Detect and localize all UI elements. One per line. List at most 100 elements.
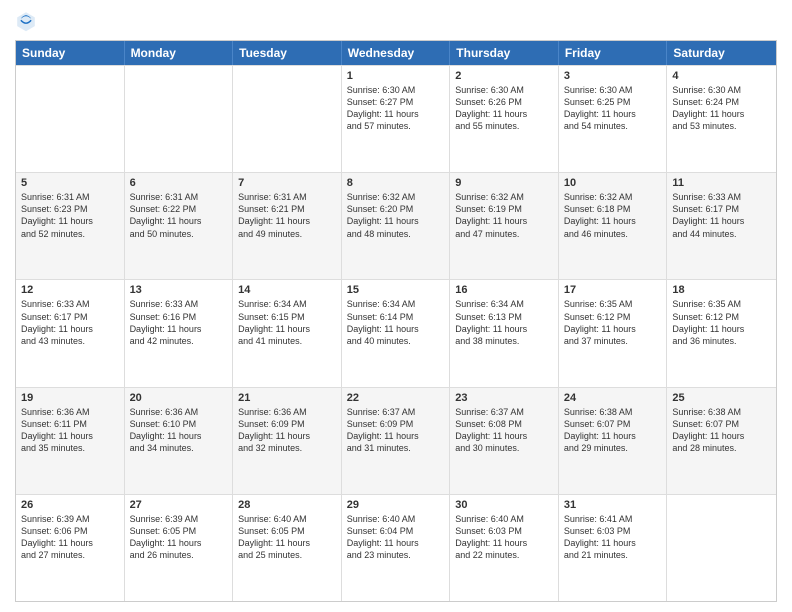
day-number: 26: [21, 499, 119, 511]
calendar-row-3: 12 Sunrise: 6:33 AM Sunset: 6:17 PM Dayli…: [16, 279, 776, 386]
day-info: Sunrise: 6:32 AM Sunset: 6:19 PM Dayligh…: [455, 191, 553, 240]
day-info: Sunrise: 6:36 AM Sunset: 6:11 PM Dayligh…: [21, 406, 119, 455]
day-info: Sunrise: 6:40 AM Sunset: 6:05 PM Dayligh…: [238, 513, 336, 562]
day-info: Sunrise: 6:34 AM Sunset: 6:15 PM Dayligh…: [238, 298, 336, 347]
day-cell-10: 10 Sunrise: 6:32 AM Sunset: 6:18 PM Dayli…: [559, 173, 668, 279]
day-cell-11: 11 Sunrise: 6:33 AM Sunset: 6:17 PM Dayli…: [667, 173, 776, 279]
day-info: Sunrise: 6:31 AM Sunset: 6:22 PM Dayligh…: [130, 191, 228, 240]
day-cell-4: 4Sunrise: 6:30 AM Sunset: 6:24 PM Daylig…: [667, 66, 776, 172]
day-cell-26: 26 Sunrise: 6:39 AM Sunset: 6:06 PM Dayli…: [16, 495, 125, 601]
day-cell-15: 15 Sunrise: 6:34 AM Sunset: 6:14 PM Dayli…: [342, 280, 451, 386]
day-info: Sunrise: 6:30 AM Sunset: 6:24 PM Dayligh…: [672, 84, 771, 133]
empty-cell: [125, 66, 234, 172]
day-cell-16: 16 Sunrise: 6:34 AM Sunset: 6:13 PM Dayli…: [450, 280, 559, 386]
day-number: 10: [564, 177, 662, 189]
day-cell-7: 7 Sunrise: 6:31 AM Sunset: 6:21 PM Daylig…: [233, 173, 342, 279]
calendar-row-4: 19Sunrise: 6:36 AM Sunset: 6:11 PM Dayli…: [16, 387, 776, 494]
day-number: 3: [564, 70, 662, 82]
day-number: 22: [347, 392, 445, 404]
empty-cell: [233, 66, 342, 172]
day-cell-14: 14 Sunrise: 6:34 AM Sunset: 6:15 PM Dayli…: [233, 280, 342, 386]
day-cell-29: 29Sunrise: 6:40 AM Sunset: 6:04 PM Dayli…: [342, 495, 451, 601]
day-number: 15: [347, 284, 445, 296]
day-info: Sunrise: 6:31 AM Sunset: 6:21 PM Dayligh…: [238, 191, 336, 240]
day-info: Sunrise: 6:30 AM Sunset: 6:27 PM Dayligh…: [347, 84, 445, 133]
empty-cell: [16, 66, 125, 172]
day-info: Sunrise: 6:39 AM Sunset: 6:06 PM Dayligh…: [21, 513, 119, 562]
day-number: 30: [455, 499, 553, 511]
header-day-monday: Monday: [125, 41, 234, 65]
day-info: Sunrise: 6:33 AM Sunset: 6:17 PM Dayligh…: [21, 298, 119, 347]
day-cell-1: 1Sunrise: 6:30 AM Sunset: 6:27 PM Daylig…: [342, 66, 451, 172]
day-info: Sunrise: 6:36 AM Sunset: 6:10 PM Dayligh…: [130, 406, 228, 455]
day-cell-13: 13 Sunrise: 6:33 AM Sunset: 6:16 PM Dayli…: [125, 280, 234, 386]
day-info: Sunrise: 6:32 AM Sunset: 6:18 PM Dayligh…: [564, 191, 662, 240]
day-cell-9: 9 Sunrise: 6:32 AM Sunset: 6:19 PM Daylig…: [450, 173, 559, 279]
day-info: Sunrise: 6:39 AM Sunset: 6:05 PM Dayligh…: [130, 513, 228, 562]
page: SundayMondayTuesdayWednesdayThursdayFrid…: [0, 0, 792, 612]
day-cell-31: 31 Sunrise: 6:41 AM Sunset: 6:03 PM Dayli…: [559, 495, 668, 601]
day-info: Sunrise: 6:40 AM Sunset: 6:03 PM Dayligh…: [455, 513, 553, 562]
day-number: 21: [238, 392, 336, 404]
day-number: 13: [130, 284, 228, 296]
day-number: 8: [347, 177, 445, 189]
calendar-row-1: 1Sunrise: 6:30 AM Sunset: 6:27 PM Daylig…: [16, 65, 776, 172]
day-cell-30: 30 Sunrise: 6:40 AM Sunset: 6:03 PM Dayli…: [450, 495, 559, 601]
day-cell-20: 20 Sunrise: 6:36 AM Sunset: 6:10 PM Dayli…: [125, 388, 234, 494]
day-cell-22: 22 Sunrise: 6:37 AM Sunset: 6:09 PM Dayli…: [342, 388, 451, 494]
day-number: 14: [238, 284, 336, 296]
calendar-header: SundayMondayTuesdayWednesdayThursdayFrid…: [16, 41, 776, 65]
day-number: 7: [238, 177, 336, 189]
day-number: 18: [672, 284, 771, 296]
day-number: 23: [455, 392, 553, 404]
day-number: 31: [564, 499, 662, 511]
day-number: 2: [455, 70, 553, 82]
day-info: Sunrise: 6:31 AM Sunset: 6:23 PM Dayligh…: [21, 191, 119, 240]
day-info: Sunrise: 6:33 AM Sunset: 6:16 PM Dayligh…: [130, 298, 228, 347]
day-cell-21: 21 Sunrise: 6:36 AM Sunset: 6:09 PM Dayli…: [233, 388, 342, 494]
day-info: Sunrise: 6:33 AM Sunset: 6:17 PM Dayligh…: [672, 191, 771, 240]
logo-icon: [15, 10, 37, 32]
day-cell-8: 8 Sunrise: 6:32 AM Sunset: 6:20 PM Daylig…: [342, 173, 451, 279]
day-cell-3: 3Sunrise: 6:30 AM Sunset: 6:25 PM Daylig…: [559, 66, 668, 172]
day-info: Sunrise: 6:32 AM Sunset: 6:20 PM Dayligh…: [347, 191, 445, 240]
day-info: Sunrise: 6:30 AM Sunset: 6:26 PM Dayligh…: [455, 84, 553, 133]
day-cell-5: 5Sunrise: 6:31 AM Sunset: 6:23 PM Daylig…: [16, 173, 125, 279]
day-number: 12: [21, 284, 119, 296]
day-info: Sunrise: 6:36 AM Sunset: 6:09 PM Dayligh…: [238, 406, 336, 455]
day-cell-19: 19Sunrise: 6:36 AM Sunset: 6:11 PM Dayli…: [16, 388, 125, 494]
calendar-row-2: 5Sunrise: 6:31 AM Sunset: 6:23 PM Daylig…: [16, 172, 776, 279]
day-cell-28: 28 Sunrise: 6:40 AM Sunset: 6:05 PM Dayli…: [233, 495, 342, 601]
day-number: 28: [238, 499, 336, 511]
day-info: Sunrise: 6:37 AM Sunset: 6:08 PM Dayligh…: [455, 406, 553, 455]
day-number: 20: [130, 392, 228, 404]
header-day-friday: Friday: [559, 41, 668, 65]
day-cell-12: 12 Sunrise: 6:33 AM Sunset: 6:17 PM Dayli…: [16, 280, 125, 386]
calendar-body: 1Sunrise: 6:30 AM Sunset: 6:27 PM Daylig…: [16, 65, 776, 601]
day-number: 16: [455, 284, 553, 296]
day-number: 25: [672, 392, 771, 404]
day-info: Sunrise: 6:34 AM Sunset: 6:13 PM Dayligh…: [455, 298, 553, 347]
header-day-sunday: Sunday: [16, 41, 125, 65]
day-info: Sunrise: 6:38 AM Sunset: 6:07 PM Dayligh…: [672, 406, 771, 455]
day-info: Sunrise: 6:35 AM Sunset: 6:12 PM Dayligh…: [672, 298, 771, 347]
day-info: Sunrise: 6:34 AM Sunset: 6:14 PM Dayligh…: [347, 298, 445, 347]
day-info: Sunrise: 6:41 AM Sunset: 6:03 PM Dayligh…: [564, 513, 662, 562]
day-number: 11: [672, 177, 771, 189]
day-info: Sunrise: 6:38 AM Sunset: 6:07 PM Dayligh…: [564, 406, 662, 455]
day-cell-2: 2 Sunrise: 6:30 AM Sunset: 6:26 PM Daylig…: [450, 66, 559, 172]
day-info: Sunrise: 6:40 AM Sunset: 6:04 PM Dayligh…: [347, 513, 445, 562]
day-number: 9: [455, 177, 553, 189]
header-day-saturday: Saturday: [667, 41, 776, 65]
calendar-row-5: 26 Sunrise: 6:39 AM Sunset: 6:06 PM Dayli…: [16, 494, 776, 601]
day-number: 24: [564, 392, 662, 404]
day-cell-25: 25 Sunrise: 6:38 AM Sunset: 6:07 PM Dayli…: [667, 388, 776, 494]
day-cell-6: 6Sunrise: 6:31 AM Sunset: 6:22 PM Daylig…: [125, 173, 234, 279]
day-cell-23: 23 Sunrise: 6:37 AM Sunset: 6:08 PM Dayli…: [450, 388, 559, 494]
day-cell-24: 24 Sunrise: 6:38 AM Sunset: 6:07 PM Dayli…: [559, 388, 668, 494]
day-cell-17: 17Sunrise: 6:35 AM Sunset: 6:12 PM Dayli…: [559, 280, 668, 386]
day-info: Sunrise: 6:35 AM Sunset: 6:12 PM Dayligh…: [564, 298, 662, 347]
day-cell-27: 27Sunrise: 6:39 AM Sunset: 6:05 PM Dayli…: [125, 495, 234, 601]
day-info: Sunrise: 6:37 AM Sunset: 6:09 PM Dayligh…: [347, 406, 445, 455]
logo: [15, 10, 41, 32]
